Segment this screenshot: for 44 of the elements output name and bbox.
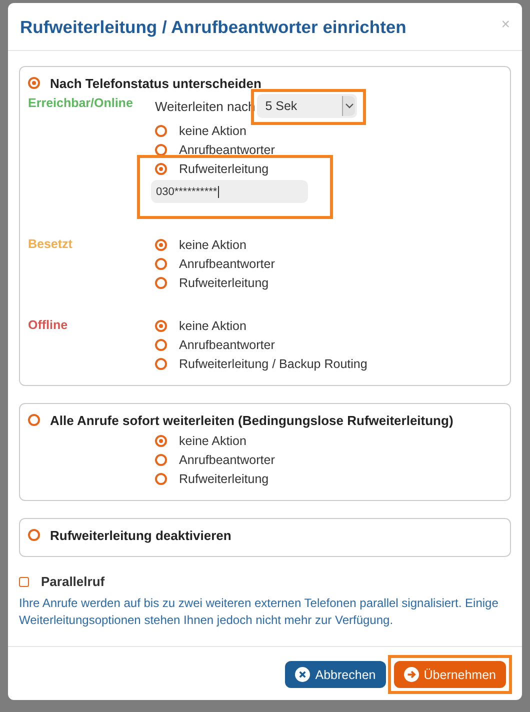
description-text: Ihre Anrufe werden auf bis zu zwei weiteren externen Telefonen parallel signalisiert. Einige Weiterleitungsoptionen stehen Ihnen jedoch nicht mehr zur Verfügung. (19, 595, 500, 629)
radio-button[interactable] (155, 454, 167, 466)
phone-number-field[interactable]: 030********** (151, 180, 308, 203)
option-label: Anrufbeantworter (179, 142, 275, 156)
status-label: Besetzt (28, 237, 72, 251)
cancel-button[interactable]: Abbrechen (285, 661, 386, 688)
option-label: keine Aktion (179, 124, 246, 138)
radio-button[interactable] (155, 124, 167, 136)
close-icon (295, 667, 310, 682)
option-label: Rufweiterleitung deaktivieren (50, 528, 232, 542)
radio-button[interactable] (155, 258, 167, 270)
apply-button[interactable]: Übernehmen (394, 661, 506, 688)
option-label: keine Aktion (179, 434, 246, 448)
status-label: Erreichbar/Online (28, 96, 133, 110)
radio-button[interactable] (28, 414, 40, 426)
option-label: Rufweiterleitung / Backup Routing (179, 356, 368, 370)
arrow-right-icon (404, 667, 419, 682)
delay-select[interactable]: 5 Sek (257, 94, 358, 118)
checkbox-label: Parallelruf (41, 574, 105, 589)
option-label: Anrufbeantworter (179, 338, 275, 352)
radio-button[interactable] (155, 320, 167, 332)
radio-button[interactable] (155, 162, 167, 174)
option-label: Alle Anrufe sofort weiterleiten (Bedingungslose Rufweiterleitung) (50, 412, 454, 428)
radio-button[interactable] (28, 77, 40, 89)
option-label: keine Aktion (179, 238, 246, 252)
option-label: Nach Telefonstatus unterscheiden (50, 76, 262, 90)
radio-button[interactable] (155, 338, 167, 350)
radio-button[interactable] (155, 434, 167, 446)
radio-button[interactable] (28, 529, 40, 541)
status-label: Offline (28, 318, 68, 332)
option-label: keine Aktion (179, 318, 246, 332)
radio-button[interactable] (155, 144, 167, 156)
radio-button[interactable] (155, 238, 167, 250)
radio-button[interactable] (155, 358, 167, 370)
option-label: Anrufbeantworter (179, 256, 275, 270)
radio-button[interactable] (155, 276, 167, 288)
option-label: Rufweiterleitung (179, 162, 269, 176)
checkbox[interactable] (19, 576, 29, 586)
dialog-title: Rufweiterleitung / Anrufbeantworter einrichten (20, 17, 406, 38)
option-label: Rufweiterleitung (179, 276, 269, 290)
chevron-down-icon (344, 103, 354, 109)
option-label: Rufweiterleitung (179, 472, 269, 486)
option-label: Anrufbeantworter (179, 452, 275, 466)
radio-button[interactable] (155, 472, 167, 484)
